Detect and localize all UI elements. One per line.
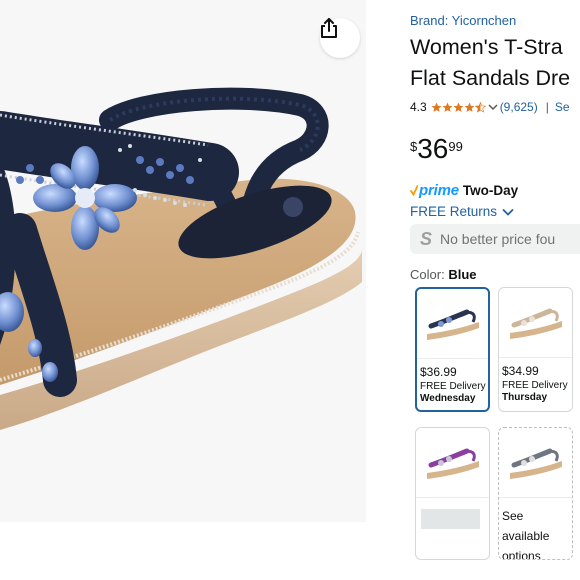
- swatch-delivery: FREE Delivery: [420, 381, 486, 392]
- chevron-down-icon: [502, 208, 514, 216]
- brand-link[interactable]: Brand: Yicornchen: [410, 13, 516, 28]
- color-swatch-blue[interactable]: $36.99 FREE Delivery Wednesday: [415, 287, 490, 412]
- better-price-banner[interactable]: S No better price fou: [410, 224, 580, 254]
- swatch-delivery-day: Wednesday: [420, 393, 476, 404]
- swatch-price: $34.99: [502, 364, 539, 378]
- swatch-price: $36.99: [420, 365, 457, 379]
- see-options-line3: options: [502, 549, 541, 560]
- product-image-panel[interactable]: [0, 0, 366, 522]
- sandal-thumbnail-icon: [426, 309, 479, 340]
- prime-delivery[interactable]: prime Two-Day: [410, 182, 518, 199]
- swatch-image: [499, 288, 572, 358]
- better-price-text: No better price fou: [440, 231, 556, 247]
- product-title: Women's T-Stra Flat Sandals Dre: [410, 32, 580, 94]
- free-returns-label: FREE Returns: [410, 204, 498, 219]
- price-whole: 36: [417, 133, 449, 164]
- product-title-line1: Women's T-Stra: [410, 35, 563, 59]
- color-swatch-purple[interactable]: [415, 427, 490, 560]
- rating-stars[interactable]: [431, 101, 500, 113]
- see-link[interactable]: Se: [555, 100, 570, 114]
- see-options-line1: See: [502, 509, 524, 523]
- swatch-image: [499, 428, 572, 498]
- share-button[interactable]: [320, 18, 360, 58]
- rating-value: 4.3: [410, 100, 427, 114]
- product-details: Brand: Yicornchen Women's T-Stra Flat Sa…: [410, 0, 580, 580]
- swatch-price-placeholder: [421, 509, 480, 529]
- star-half-icon: [474, 101, 486, 113]
- product-title-line2: Flat Sandals Dre: [410, 66, 571, 90]
- star-full-icon: [464, 102, 475, 112]
- color-swatch-beige[interactable]: $34.99 FREE Delivery Thursday: [498, 287, 573, 412]
- star-full-icon: [453, 102, 464, 112]
- sandal-thumbnail-icon: [509, 308, 562, 339]
- product-image: [0, 87, 362, 430]
- price-symbol: $: [410, 139, 418, 154]
- price: $ 36 99: [410, 134, 463, 164]
- swatch-delivery: FREE Delivery: [502, 380, 568, 391]
- color-swatch-see-options[interactable]: See available options: [498, 427, 573, 560]
- rating-row: 4.3 (9,625) | Se: [410, 99, 570, 115]
- free-returns-link[interactable]: FREE Returns: [410, 204, 514, 219]
- color-label-value: Blue: [448, 267, 477, 282]
- color-selector-label: Color: Blue: [410, 267, 476, 282]
- color-label-key: Color:: [410, 267, 445, 282]
- ratings-count-link[interactable]: (9,625): [500, 100, 538, 114]
- chevron-down-icon: [488, 104, 498, 111]
- s-logo-icon: S: [420, 228, 433, 249]
- prime-logo: prime: [419, 182, 459, 199]
- star-full-icon: [442, 102, 453, 112]
- sandal-thumbnail-icon: [426, 448, 479, 479]
- see-options-line2: available: [502, 529, 550, 543]
- sandal-thumbnail-icon: [509, 448, 562, 479]
- swatch-delivery-day: Thursday: [502, 392, 548, 403]
- rating-separator: |: [545, 100, 549, 114]
- prime-check-icon: [410, 184, 418, 196]
- swatch-image: [417, 289, 488, 359]
- price-fraction: 99: [448, 139, 463, 154]
- prime-speed: Two-Day: [462, 183, 519, 198]
- star-full-icon: [431, 102, 442, 112]
- share-icon: [321, 18, 337, 38]
- see-available-options: See available options: [499, 498, 572, 560]
- swatch-image: [416, 428, 489, 498]
